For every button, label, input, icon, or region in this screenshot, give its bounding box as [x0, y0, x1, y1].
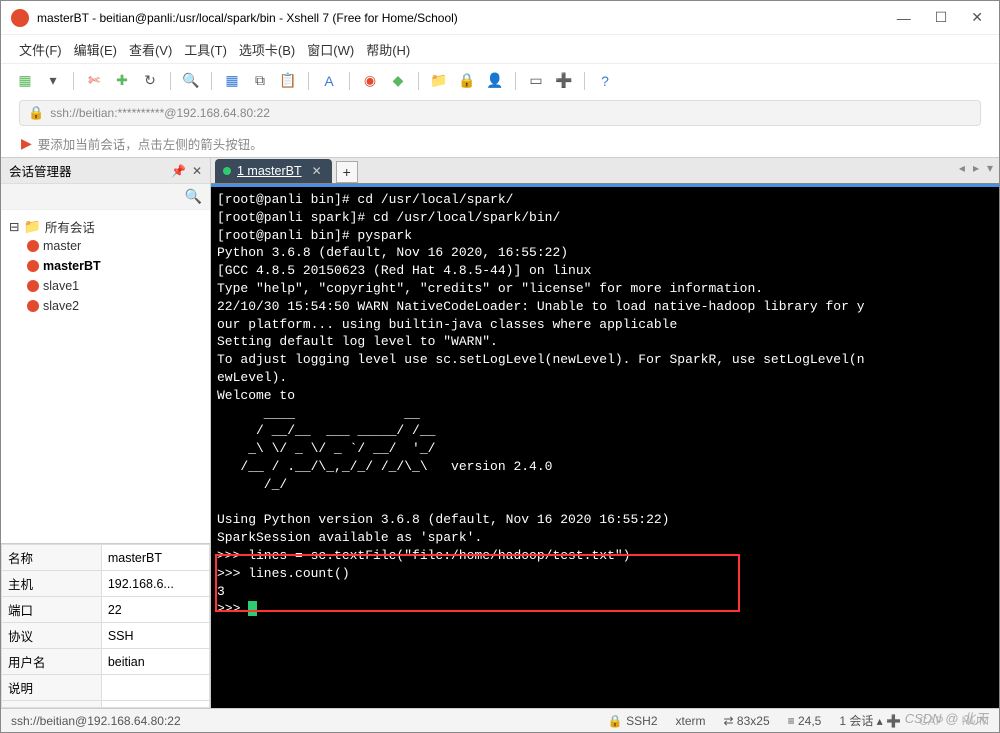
- prop-val: [101, 675, 209, 701]
- properties-table: 名称masterBT 主机192.168.6... 端口22 协议SSH 用户名…: [1, 543, 210, 708]
- tab-close-icon[interactable]: ✕: [312, 164, 322, 178]
- status-dot-icon: [223, 167, 231, 175]
- scissors-icon[interactable]: ✄: [84, 71, 104, 91]
- status-proto: 🔒 SSH2: [608, 714, 658, 728]
- status-connection: ssh://beitian@192.168.64.80:22: [11, 714, 181, 728]
- help-icon[interactable]: ?: [595, 71, 615, 91]
- sidebar: 会话管理器 📌 ✕ 🔍 ⊟ 📁 所有会话 master masterBT sla…: [1, 158, 211, 708]
- minimize-button[interactable]: ―: [897, 10, 911, 26]
- session-item[interactable]: slave2: [9, 296, 202, 316]
- tree-root[interactable]: ⊟ 📁 所有会话: [9, 216, 202, 236]
- terminal[interactable]: [root@panli bin]# cd /usr/local/spark/ […: [211, 184, 999, 708]
- prop-key: 用户名: [2, 649, 102, 675]
- folder-icon: 📁: [23, 218, 40, 235]
- xftp-icon[interactable]: ◆: [388, 71, 408, 91]
- addressbar: 🔒 ssh://beitian:**********@192.168.64.80…: [1, 97, 999, 129]
- status-cap: CAP: [919, 714, 944, 728]
- session-icon: [27, 240, 39, 252]
- prop-key: 协议: [2, 623, 102, 649]
- screen-icon[interactable]: ▭: [526, 71, 546, 91]
- session-icon: [27, 300, 39, 312]
- refresh-icon[interactable]: ↻: [140, 71, 160, 91]
- add-icon[interactable]: ➕: [554, 71, 574, 91]
- dropdown-icon[interactable]: ▾: [43, 71, 63, 91]
- paste-icon[interactable]: 📋: [278, 71, 298, 91]
- close-button[interactable]: ✕: [971, 9, 983, 26]
- user-icon[interactable]: 👤: [485, 71, 505, 91]
- maximize-button[interactable]: ☐: [935, 9, 948, 26]
- search-icon[interactable]: 🔍: [181, 71, 201, 91]
- menu-tools[interactable]: 工具(T): [184, 40, 227, 59]
- menu-window[interactable]: 窗口(W): [307, 40, 354, 59]
- font-icon[interactable]: A: [319, 71, 339, 91]
- session-item-selected[interactable]: masterBT: [9, 256, 202, 276]
- prop-val: beitian: [101, 649, 209, 675]
- status-num: NUM: [962, 714, 989, 728]
- menu-tabs[interactable]: 选项卡(B): [239, 40, 295, 59]
- session-icon: [27, 280, 39, 292]
- menu-edit[interactable]: 编辑(E): [74, 40, 117, 59]
- new-session-icon[interactable]: ▦: [15, 71, 35, 91]
- app-icon: [11, 9, 29, 27]
- window-title: masterBT - beitian@panli:/usr/local/spar…: [37, 11, 897, 25]
- address-field[interactable]: 🔒 ssh://beitian:**********@192.168.64.80…: [19, 100, 981, 126]
- status-size: ⇄ 83x25: [724, 714, 770, 728]
- prop-key: 说明: [2, 675, 102, 701]
- tab-label: 1 masterBT: [237, 164, 302, 178]
- prop-key: 主机: [2, 571, 102, 597]
- xshell-icon[interactable]: ◉: [360, 71, 380, 91]
- prop-val: 22: [101, 597, 209, 623]
- lock-icon[interactable]: 🔒: [457, 71, 477, 91]
- titlebar: masterBT - beitian@panli:/usr/local/spar…: [1, 1, 999, 35]
- session-icon: [27, 260, 39, 272]
- sidebar-title: 会话管理器 📌 ✕: [1, 158, 210, 184]
- search-icon[interactable]: 🔍: [185, 188, 202, 205]
- folder-icon[interactable]: 📁: [429, 71, 449, 91]
- menu-help[interactable]: 帮助(H): [366, 40, 410, 59]
- session-tree[interactable]: ⊟ 📁 所有会话 master masterBT slave1 slave2: [1, 210, 210, 543]
- status-pos: ≡ 24,5: [788, 714, 822, 728]
- tab-menu-icon[interactable]: ▾: [987, 161, 993, 175]
- tab-prev-icon[interactable]: ◂: [959, 161, 965, 175]
- tipbar: ▶ 要添加当前会话，点击左侧的箭头按钮。: [1, 129, 999, 157]
- flag-icon: ▶: [21, 135, 32, 152]
- prop-val: masterBT: [101, 545, 209, 571]
- plus-icon[interactable]: ✚: [112, 71, 132, 91]
- menu-file[interactable]: 文件(F): [19, 40, 62, 59]
- prop-key: 端口: [2, 597, 102, 623]
- session-item[interactable]: master: [9, 236, 202, 256]
- address-text: ssh://beitian:**********@192.168.64.80:2…: [50, 106, 270, 120]
- lock-icon: 🔒: [28, 105, 44, 121]
- prop-key: 名称: [2, 545, 102, 571]
- grid-icon[interactable]: ▦: [222, 71, 242, 91]
- prop-val: SSH: [101, 623, 209, 649]
- tab-active[interactable]: 1 masterBT ✕: [215, 159, 332, 183]
- tab-add-button[interactable]: +: [336, 161, 358, 183]
- pin-icon[interactable]: 📌: [171, 164, 186, 178]
- tabstrip: 1 masterBT ✕ + ◂ ▸ ▾: [211, 158, 999, 184]
- toolbar: ▦ ▾ ✄ ✚ ↻ 🔍 ▦ ⧉ 📋 A ◉ ◆ 📁 🔒 👤 ▭ ➕ ?: [1, 63, 999, 97]
- expand-icon[interactable]: ⊟: [9, 219, 19, 234]
- menu-view[interactable]: 查看(V): [129, 40, 172, 59]
- session-item[interactable]: slave1: [9, 276, 202, 296]
- status-sessions: 1 会话 ▴ ➕: [839, 712, 901, 729]
- statusbar: ssh://beitian@192.168.64.80:22 🔒 SSH2 xt…: [1, 708, 999, 732]
- menubar: 文件(F) 编辑(E) 查看(V) 工具(T) 选项卡(B) 窗口(W) 帮助(…: [1, 35, 999, 63]
- copy-icon[interactable]: ⧉: [250, 71, 270, 91]
- tip-text: 要添加当前会话，点击左侧的箭头按钮。: [38, 134, 263, 153]
- close-panel-icon[interactable]: ✕: [192, 164, 202, 178]
- status-term: xterm: [676, 714, 706, 728]
- tab-next-icon[interactable]: ▸: [973, 161, 979, 175]
- prop-val: 192.168.6...: [101, 571, 209, 597]
